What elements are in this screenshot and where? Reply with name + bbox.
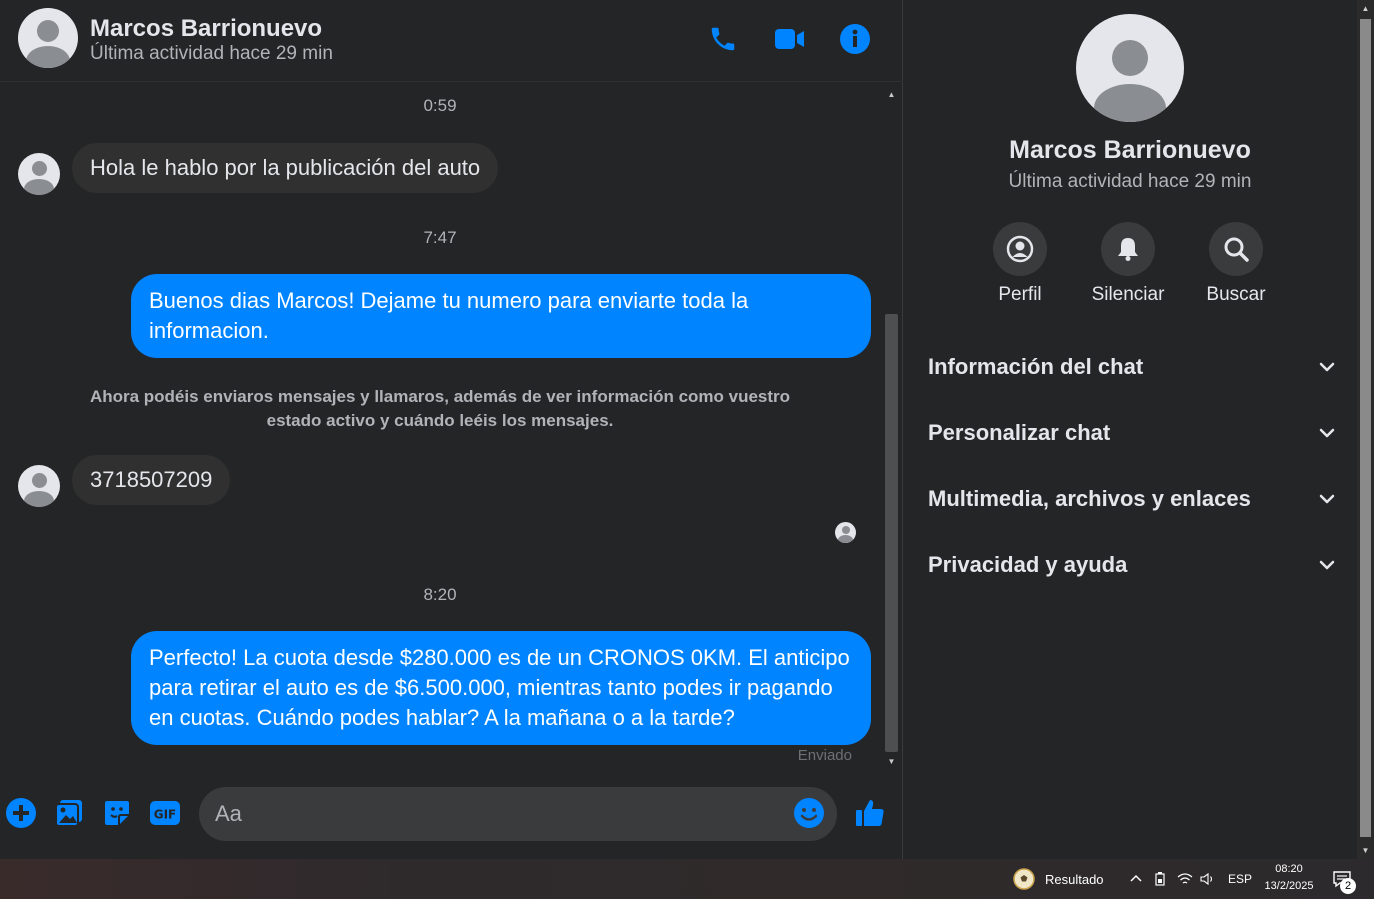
profile-status: Última actividad hace 29 min bbox=[1008, 171, 1252, 192]
clock-date: 13/2/2025 bbox=[1264, 880, 1314, 892]
message-input[interactable] bbox=[215, 799, 775, 829]
mute-button[interactable]: Silenciar bbox=[1088, 222, 1168, 306]
system-notice: Ahora podéis enviaros mensajes y llamaro… bbox=[89, 387, 791, 430]
incoming-message[interactable]: Hola le hablo por la publicación del aut… bbox=[72, 143, 499, 193]
section-customize-chat[interactable]: Personalizar chat bbox=[928, 408, 1338, 458]
taskbar: Resultado ESP 08:20 13/2/2025 2 bbox=[0, 859, 1374, 899]
language-indicator[interactable]: ESP bbox=[1228, 859, 1252, 899]
messenger-window: Marcos Barrionuevo Última actividad hace… bbox=[0, 0, 1374, 859]
sender-avatar[interactable] bbox=[18, 465, 60, 507]
notification-badge: 2 bbox=[1340, 878, 1356, 894]
contact-name[interactable]: Marcos Barrionuevo bbox=[90, 15, 322, 43]
profile-name: Marcos Barrionuevo bbox=[1009, 136, 1251, 164]
outgoing-message[interactable]: Perfecto! La cuota desde $280.000 es de … bbox=[131, 631, 871, 745]
timestamp: 0:59 bbox=[423, 96, 457, 115]
profile-icon bbox=[993, 222, 1047, 276]
section-chat-info[interactable]: Información del chat bbox=[928, 342, 1338, 392]
action-label: Buscar bbox=[1206, 284, 1266, 305]
image-icon[interactable] bbox=[52, 796, 86, 830]
info-icon[interactable] bbox=[838, 22, 872, 56]
scroll-thumb[interactable] bbox=[885, 314, 898, 752]
scroll-down-arrow[interactable]: ▼ bbox=[1357, 842, 1374, 859]
section-label: Privacidad y ayuda bbox=[928, 552, 1128, 577]
section-media-files-links[interactable]: Multimedia, archivos y enlaces bbox=[928, 474, 1338, 524]
search-button[interactable]: Buscar bbox=[1196, 222, 1276, 306]
contact-status: Última actividad hace 29 min bbox=[90, 43, 333, 64]
chat-pane: Marcos Barrionuevo Última actividad hace… bbox=[0, 0, 903, 859]
profile-avatar[interactable] bbox=[1076, 14, 1184, 122]
action-label: Silenciar bbox=[1091, 284, 1165, 305]
sent-status: Enviado bbox=[797, 747, 852, 764]
scroll-up-arrow[interactable]: ▲ bbox=[883, 86, 900, 103]
battery-icon[interactable] bbox=[1153, 859, 1167, 899]
outgoing-message[interactable]: Buenos dias Marcos! Dejame tu numero par… bbox=[131, 274, 871, 358]
scroll-down-arrow[interactable]: ▼ bbox=[883, 753, 900, 770]
sender-avatar[interactable] bbox=[18, 153, 60, 195]
profile-button[interactable]: Perfil bbox=[980, 222, 1060, 306]
conversation-info-pane: Marcos Barrionuevo Última actividad hace… bbox=[904, 0, 1356, 859]
section-privacy-help[interactable]: Privacidad y ayuda bbox=[928, 540, 1338, 590]
emoji-icon[interactable] bbox=[793, 797, 827, 831]
section-label: Multimedia, archivos y enlaces bbox=[928, 486, 1251, 511]
contact-avatar[interactable] bbox=[18, 8, 78, 68]
bell-icon bbox=[1101, 222, 1155, 276]
scroll-up-arrow[interactable]: ▲ bbox=[1357, 0, 1374, 17]
sticker-icon[interactable] bbox=[100, 796, 134, 830]
weather-label: Resultado bbox=[1045, 871, 1104, 887]
message-scrollbar[interactable]: ▲ ▼ bbox=[883, 86, 900, 770]
action-label: Perfil bbox=[998, 284, 1042, 305]
system-clock[interactable]: 08:20 13/2/2025 bbox=[1256, 861, 1322, 895]
timestamp: 8:20 bbox=[423, 585, 457, 604]
message-list: 0:59 Hola le hablo por la publicación de… bbox=[0, 84, 883, 774]
read-receipt-avatar bbox=[835, 522, 856, 543]
incoming-message[interactable]: 3718507209 bbox=[72, 455, 231, 505]
phone-icon[interactable] bbox=[706, 22, 740, 56]
section-label: Personalizar chat bbox=[928, 420, 1111, 445]
weather-widget[interactable]: Resultado bbox=[1012, 859, 1104, 899]
soccer-ball-icon bbox=[1013, 868, 1035, 890]
video-icon[interactable] bbox=[772, 22, 806, 56]
section-label: Información del chat bbox=[928, 354, 1144, 379]
chevron-up-icon[interactable] bbox=[1129, 859, 1143, 899]
composer: GIF bbox=[0, 778, 903, 858]
window-scrollbar[interactable]: ▲ ▼ bbox=[1357, 0, 1374, 859]
search-icon bbox=[1209, 222, 1263, 276]
chevron-down-icon bbox=[1319, 494, 1335, 504]
message-input-box[interactable] bbox=[199, 787, 837, 841]
chevron-down-icon bbox=[1319, 560, 1335, 570]
chevron-down-icon bbox=[1319, 362, 1335, 372]
scroll-thumb[interactable] bbox=[1360, 19, 1371, 837]
wifi-icon[interactable] bbox=[1177, 859, 1193, 899]
like-icon[interactable] bbox=[853, 796, 887, 830]
chat-header: Marcos Barrionuevo Última actividad hace… bbox=[0, 0, 903, 82]
timestamp: 7:47 bbox=[423, 228, 457, 247]
plus-icon[interactable] bbox=[4, 796, 38, 830]
volume-icon[interactable] bbox=[1200, 859, 1216, 899]
gif-icon[interactable]: GIF bbox=[148, 796, 182, 830]
chevron-down-icon bbox=[1319, 428, 1335, 438]
svg-text:GIF: GIF bbox=[154, 808, 177, 822]
clock-time: 08:20 bbox=[1275, 863, 1303, 875]
